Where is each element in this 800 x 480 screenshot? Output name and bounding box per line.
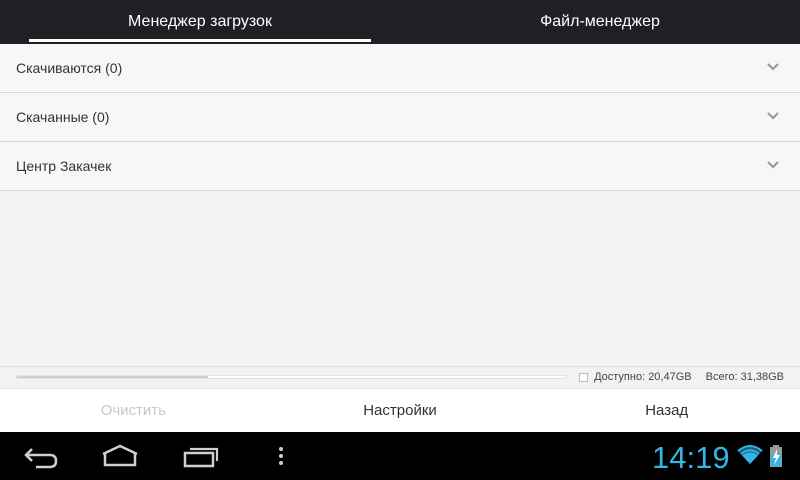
settings-button[interactable]: Настройки xyxy=(267,389,534,432)
tab-file-manager[interactable]: Файл-менеджер xyxy=(400,0,800,44)
section-downloading[interactable]: Скачиваются (0) xyxy=(0,44,800,93)
action-bar: Очистить Настройки Назад xyxy=(0,388,800,432)
system-nav-bar: 14:19 xyxy=(0,432,800,480)
section-downloaded-label: Скачанные (0) xyxy=(16,109,110,125)
home-icon[interactable] xyxy=(100,442,140,470)
chevron-down-icon xyxy=(767,161,779,169)
active-tab-indicator xyxy=(29,39,371,42)
storage-info: Доступно: 20,47GB Всего: 31,38GB xyxy=(0,366,800,389)
back-button[interactable]: Назад xyxy=(533,389,800,432)
chevron-down-icon xyxy=(767,112,779,120)
storage-total: Всего: 31,38GB xyxy=(705,371,784,383)
section-downloading-label: Скачиваются (0) xyxy=(16,60,123,76)
section-downloaded[interactable]: Скачанные (0) xyxy=(0,93,800,142)
chevron-down-icon xyxy=(767,63,779,71)
storage-usage-bar xyxy=(16,375,566,379)
tab-file-manager-label: Файл-менеджер xyxy=(540,13,660,30)
menu-icon[interactable] xyxy=(274,442,288,470)
section-download-center-label: Центр Закачек xyxy=(16,158,112,174)
download-sections: Скачиваются (0) Скачанные (0) Центр Зака… xyxy=(0,44,800,191)
wifi-icon xyxy=(737,445,763,464)
clear-button[interactable]: Очистить xyxy=(0,389,267,432)
storage-available: Доступно: 20,47GB xyxy=(594,371,692,383)
clock: 14:19 xyxy=(652,440,730,475)
back-icon[interactable] xyxy=(22,442,60,470)
section-download-center[interactable]: Центр Закачек xyxy=(0,142,800,191)
storage-text: Доступно: 20,47GB Всего: 31,38GB xyxy=(579,371,784,383)
battery-icon xyxy=(770,445,782,467)
recent-apps-icon[interactable] xyxy=(182,442,220,470)
tab-bar: Менеджер загрузок Файл-менеджер xyxy=(0,0,800,44)
tab-download-manager-label: Менеджер загрузок xyxy=(128,13,272,30)
legend-square-icon xyxy=(579,372,589,382)
storage-usage-fill xyxy=(17,376,208,378)
tab-download-manager[interactable]: Менеджер загрузок xyxy=(0,0,400,44)
